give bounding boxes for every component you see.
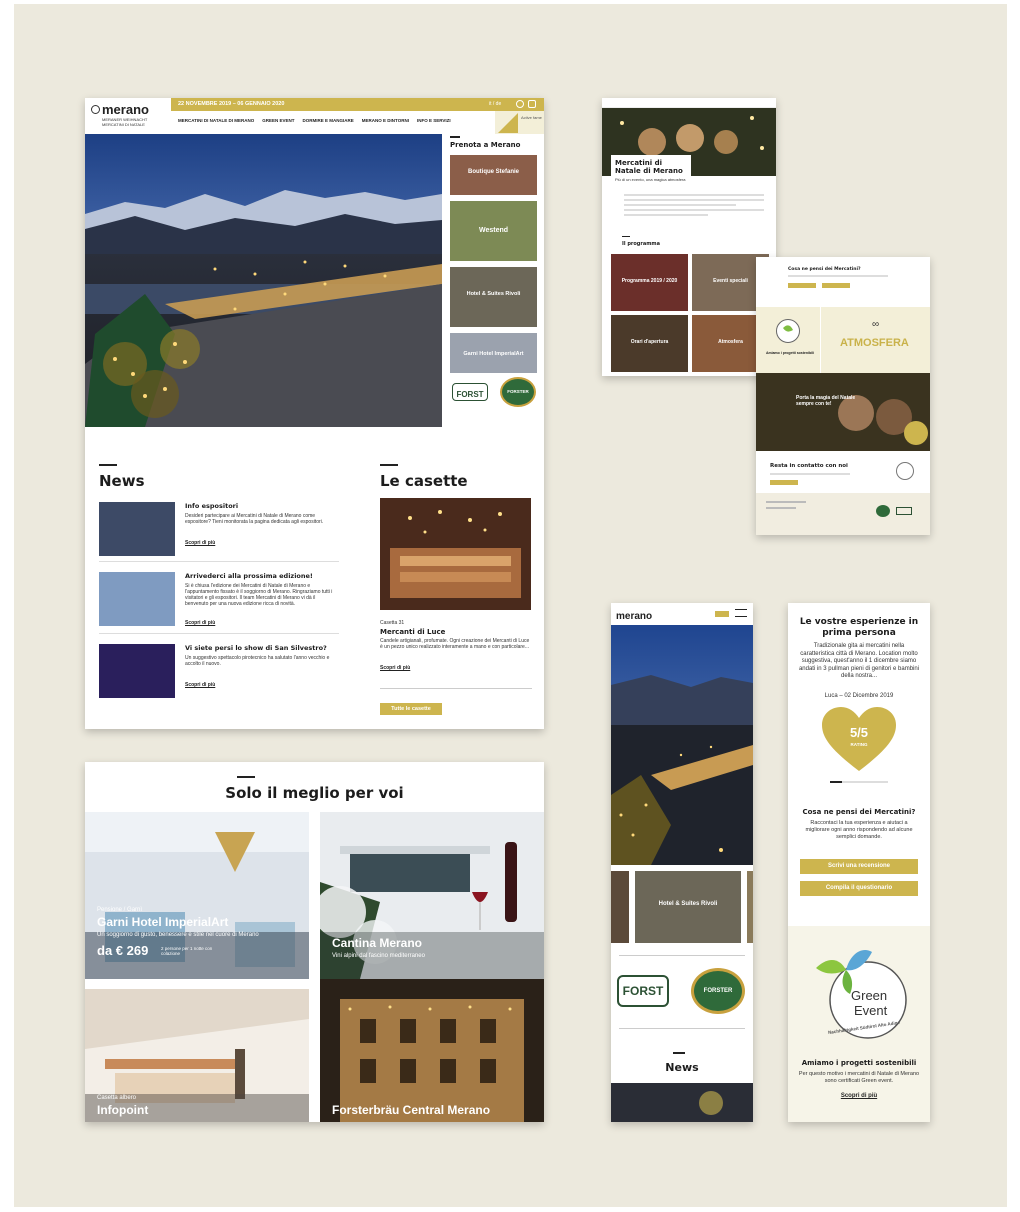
news-read-more[interactable]: Scopri di più (185, 540, 215, 546)
green-event-mini-badge (776, 319, 800, 343)
cantina-merano-card[interactable]: Cantina Merano Vini alpini dal fascino m… (320, 812, 544, 979)
infopoint-card[interactable]: Casetta albero Infopoint (85, 989, 309, 1122)
mini-footer (756, 493, 930, 535)
promo-banner[interactable]: Porta la magia del Natale sempre con te! (756, 373, 930, 451)
mercatini-page-mockup: merano Mercatini di Natale di Merano Più… (602, 98, 776, 376)
corner-triangle-icon (498, 113, 518, 133)
news-thumbnail (99, 644, 175, 698)
main-nav: MERCATINI DI NATALE DI MERANO GREEN EVEN… (178, 118, 451, 123)
booking-sidebar: Prenota a Merano Boutique Stefanie Weste… (450, 136, 538, 407)
green-event-section: Green Event Nachhaltigkeit Südtirol Alto… (788, 926, 930, 1122)
write-review-button[interactable]: Scrivi una recensione (800, 859, 918, 874)
mini-text-block (624, 194, 764, 219)
news-read-more[interactable]: Scopri di più (185, 620, 215, 626)
green-event-badge: Green Event Nachhaltigkeit Südtirol Alto… (814, 944, 910, 1040)
mobile-homepage-mockup: merano Hotel & Suites Rivoli FORST FORST… (611, 603, 753, 1122)
green-event-mini-badge (896, 462, 914, 480)
mini-header: merano (602, 98, 776, 115)
language-switch[interactable]: it / de (489, 101, 501, 107)
desktop-homepage-mockup: merano MERANER WEIHNACHT MERCATINI DI NA… (85, 98, 544, 729)
news-section: News Info espositori Desideri partecipar… (99, 464, 339, 702)
atmosfera-panel: Amiamo i progetti sostenibili ∞ ATMOSFER… (756, 307, 930, 373)
hero-image (85, 134, 442, 427)
atmosfera-page-mockup: Cosa ne pensi dei Mercatini? Amiamo i pr… (756, 257, 930, 535)
nav-merano[interactable]: MERANO E DINTORNI (362, 118, 409, 123)
dates-bar: 22 NOVEMBRE 2019 – 06 GENNAIO 2020 it / … (171, 98, 544, 111)
nav-green-event[interactable]: GREEN EVENT (262, 118, 294, 123)
questionnaire-button[interactable]: Compila il questionario (800, 881, 918, 896)
forst-logo[interactable]: FORST (452, 382, 488, 401)
mobile-news-image[interactable] (611, 1083, 753, 1122)
hamburger-menu-icon[interactable] (735, 609, 747, 617)
logo-emblem-icon (91, 105, 100, 114)
carousel-indicator[interactable] (830, 781, 888, 783)
nav-info[interactable]: INFO E SERVIZI (417, 118, 451, 123)
news-item[interactable]: Info espositori Desideri partecipare ai … (99, 502, 339, 562)
hotel-card[interactable]: Hotel & Suites Rivoli (450, 266, 537, 327)
mobile-logo-tag (715, 611, 729, 617)
casette-section: Le casette Casetta 31 Mercanti di Luce C… (380, 464, 532, 715)
corner-badge[interactable]: Active fame (495, 111, 544, 134)
news-thumbnail (99, 572, 175, 626)
mobile-hotel-carousel[interactable]: Hotel & Suites Rivoli (611, 871, 753, 943)
hotel-card[interactable]: Garni Hotel ImperialArt (450, 332, 537, 373)
site-header: merano MERANER WEIHNACHT MERCATINI DI NA… (85, 98, 544, 134)
casetta-image[interactable] (380, 498, 531, 610)
casetta-read-more[interactable]: Scopri di più (380, 665, 410, 671)
forsterbrau-card[interactable]: Forsterbräu Central Merano (320, 979, 544, 1122)
instagram-icon[interactable] (528, 100, 536, 108)
forsterbrau-photo (320, 979, 544, 1122)
program-tile[interactable]: Orari d'apertura (611, 315, 688, 372)
hotel-card[interactable]: Westend (450, 200, 537, 261)
facebook-icon[interactable] (516, 100, 524, 108)
forster-logo[interactable]: FORSTER (500, 376, 536, 407)
logo[interactable]: merano MERANER WEIHNACHT MERCATINI DI NA… (91, 102, 171, 127)
best-heading: Solo il meglio per voi (225, 784, 404, 802)
all-casette-button[interactable]: Tutte le casette (380, 703, 442, 715)
hotel-card[interactable]: Boutique Stefanie (450, 154, 537, 195)
rating-heart: 5/5 RATING (822, 707, 896, 773)
program-tile[interactable]: Programma 2019 / 2020 (611, 254, 688, 311)
news-item[interactable]: Vi siete persi lo show di San Silvestro?… (99, 644, 339, 702)
nav-dormire[interactable]: DORMIRE E MANGIARE (303, 118, 354, 123)
mobile-header: merano (611, 603, 753, 625)
hotel-imperialart-card[interactable]: Pensione / Garnì Garni Hotel ImperialArt… (85, 812, 309, 979)
news-thumbnail (99, 502, 175, 556)
mobile-forster-logo[interactable]: FORSTER (691, 968, 745, 1014)
mobile-review-mockup: Le vostre esperienze in prima persona Tr… (788, 603, 930, 1122)
best-of-section-mockup: Solo il meglio per voi Pensione / Garnì … (85, 762, 544, 1122)
news-heading: News (99, 472, 145, 490)
news-item[interactable]: Arrivederci alla prossima edizione! Si è… (99, 572, 339, 634)
atmosfera-icon: ∞ (872, 319, 880, 330)
mobile-hero (611, 625, 753, 865)
green-read-more[interactable]: Scopri di più (788, 1093, 930, 1099)
hotel-price: da € 269 (97, 943, 149, 958)
casette-heading: Le casette (380, 472, 468, 490)
news-read-more[interactable]: Scopri di più (185, 682, 215, 688)
mobile-forst-logo[interactable]: FORST (617, 975, 669, 1007)
nav-mercatini[interactable]: MERCATINI DI NATALE DI MERANO (178, 118, 254, 123)
